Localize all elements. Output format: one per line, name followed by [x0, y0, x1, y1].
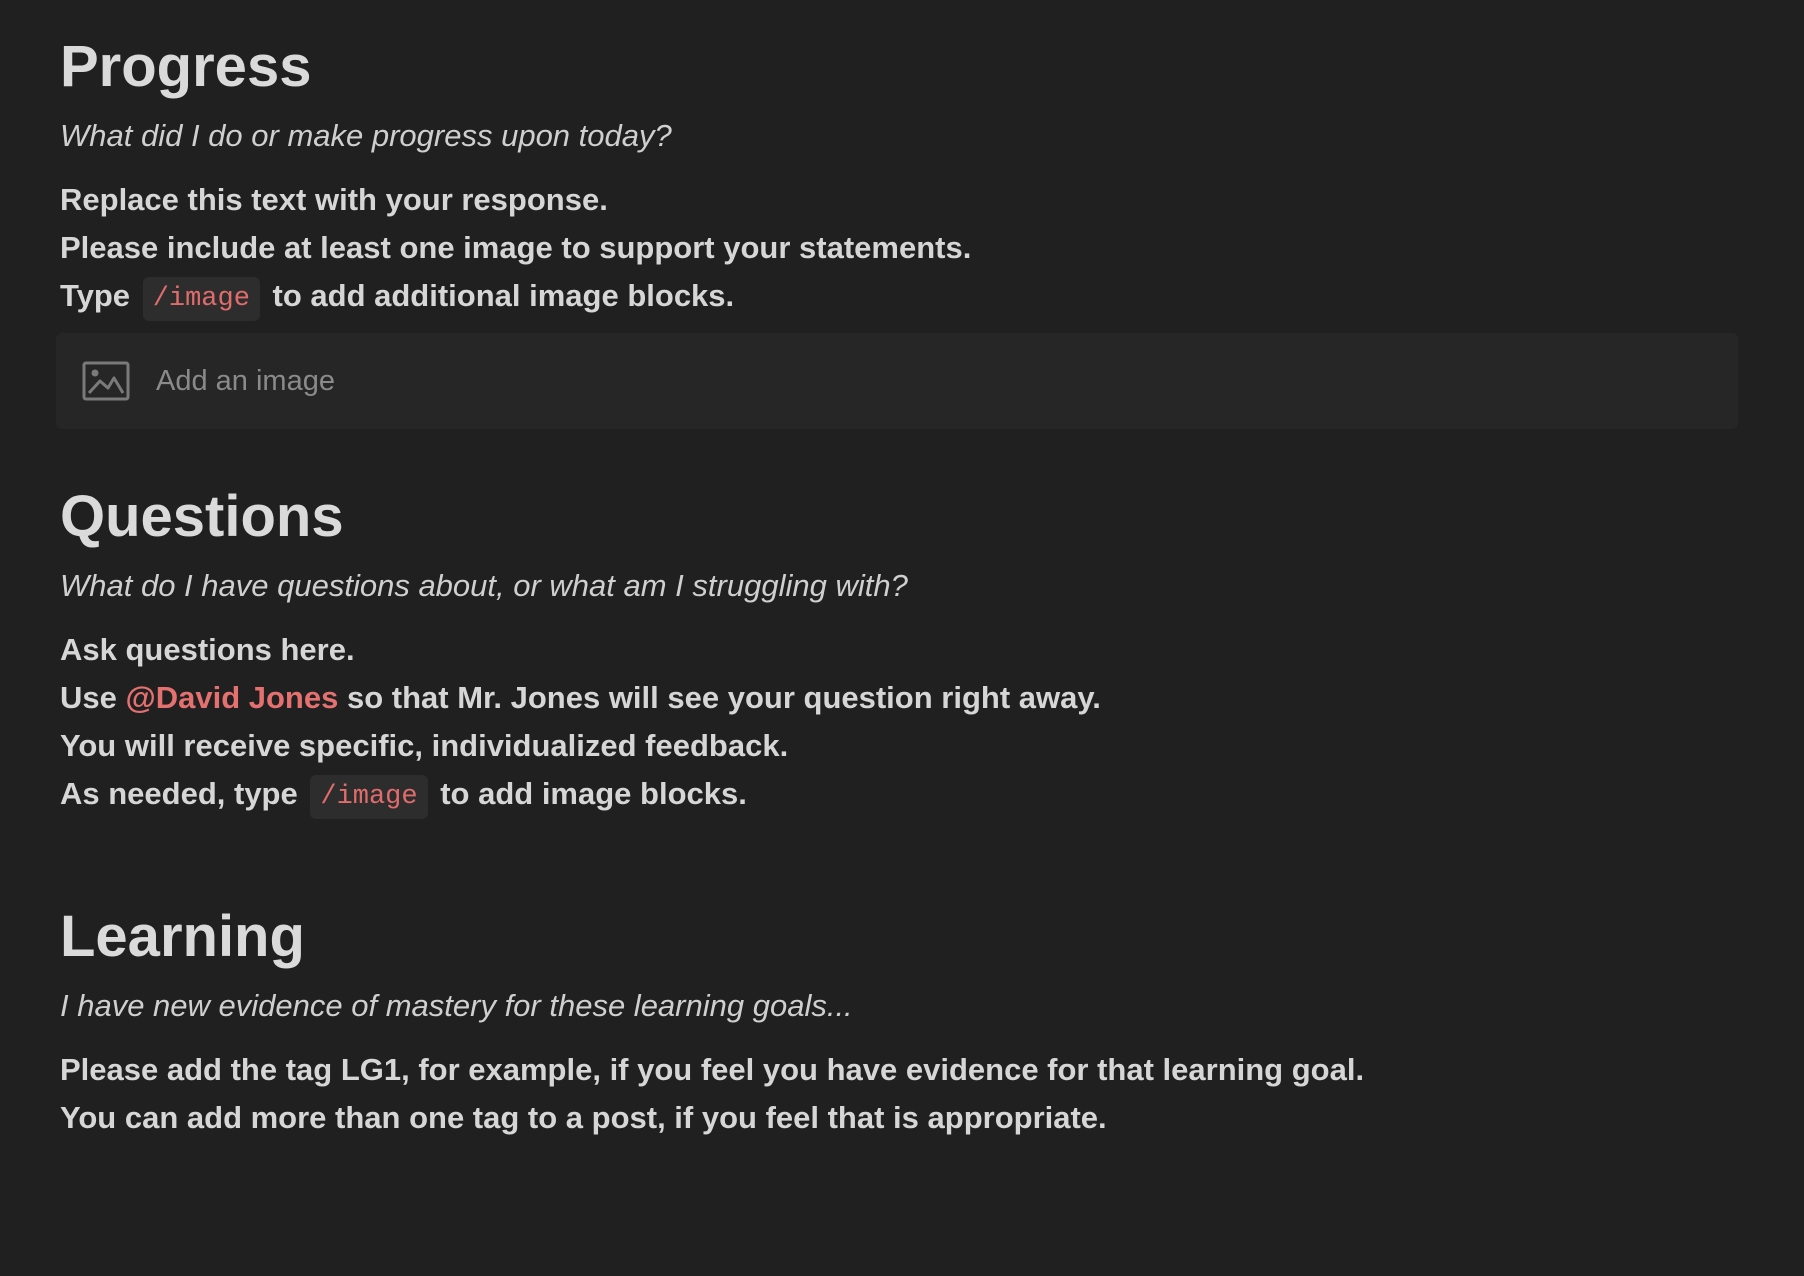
progress-heading[interactable]: Progress: [60, 32, 1740, 102]
progress-line-3-suffix: to add additional image blocks.: [272, 278, 735, 313]
questions-prompt[interactable]: What do I have questions about, or what …: [60, 566, 1740, 606]
learning-prompt[interactable]: I have new evidence of mastery for these…: [60, 986, 1740, 1026]
learning-section: Learning I have new evidence of mastery …: [60, 902, 1740, 1142]
questions-line-2[interactable]: Use @David Jones so that Mr. Jones will …: [60, 674, 1740, 722]
questions-section: Questions What do I have questions about…: [60, 482, 1740, 819]
page-content: Progress What did I do or make progress …: [56, 0, 1740, 1142]
inline-code-image: /image: [142, 277, 260, 321]
questions-heading[interactable]: Questions: [60, 482, 1740, 552]
progress-section: Progress What did I do or make progress …: [56, 32, 1740, 429]
progress-line-3-prefix: Type: [60, 278, 131, 313]
learning-heading[interactable]: Learning: [60, 902, 1740, 972]
questions-line-2-prefix: Use: [60, 680, 117, 715]
inline-code-image: /image: [310, 775, 428, 819]
image-icon: [82, 361, 130, 401]
progress-line-1[interactable]: Replace this text with your response.: [60, 176, 1740, 224]
progress-line-2[interactable]: Please include at least one image to sup…: [60, 224, 1740, 272]
learning-line-2[interactable]: You can add more than one tag to a post,…: [60, 1094, 1740, 1142]
questions-line-4-prefix: As needed, type: [60, 776, 298, 811]
questions-line-2-suffix: so that Mr. Jones will see your question…: [346, 680, 1101, 715]
progress-prompt[interactable]: What did I do or make progress upon toda…: [60, 116, 1740, 156]
progress-body[interactable]: Replace this text with your response. Pl…: [60, 176, 1740, 321]
questions-line-1[interactable]: Ask questions here.: [60, 626, 1740, 674]
learning-body[interactable]: Please add the tag LG1, for example, if …: [60, 1046, 1740, 1142]
questions-line-3[interactable]: You will receive specific, individualize…: [60, 722, 1740, 770]
progress-line-3[interactable]: Type /image to add additional image bloc…: [60, 272, 1740, 321]
questions-line-4[interactable]: As needed, type /image to add image bloc…: [60, 770, 1740, 819]
questions-line-4-suffix: to add image blocks.: [440, 776, 747, 811]
add-image-label: Add an image: [156, 364, 335, 397]
user-mention[interactable]: @David Jones: [126, 680, 339, 715]
add-image-block[interactable]: Add an image: [56, 333, 1738, 429]
questions-body[interactable]: Ask questions here. Use @David Jones so …: [60, 626, 1740, 819]
learning-line-1[interactable]: Please add the tag LG1, for example, if …: [60, 1046, 1740, 1094]
